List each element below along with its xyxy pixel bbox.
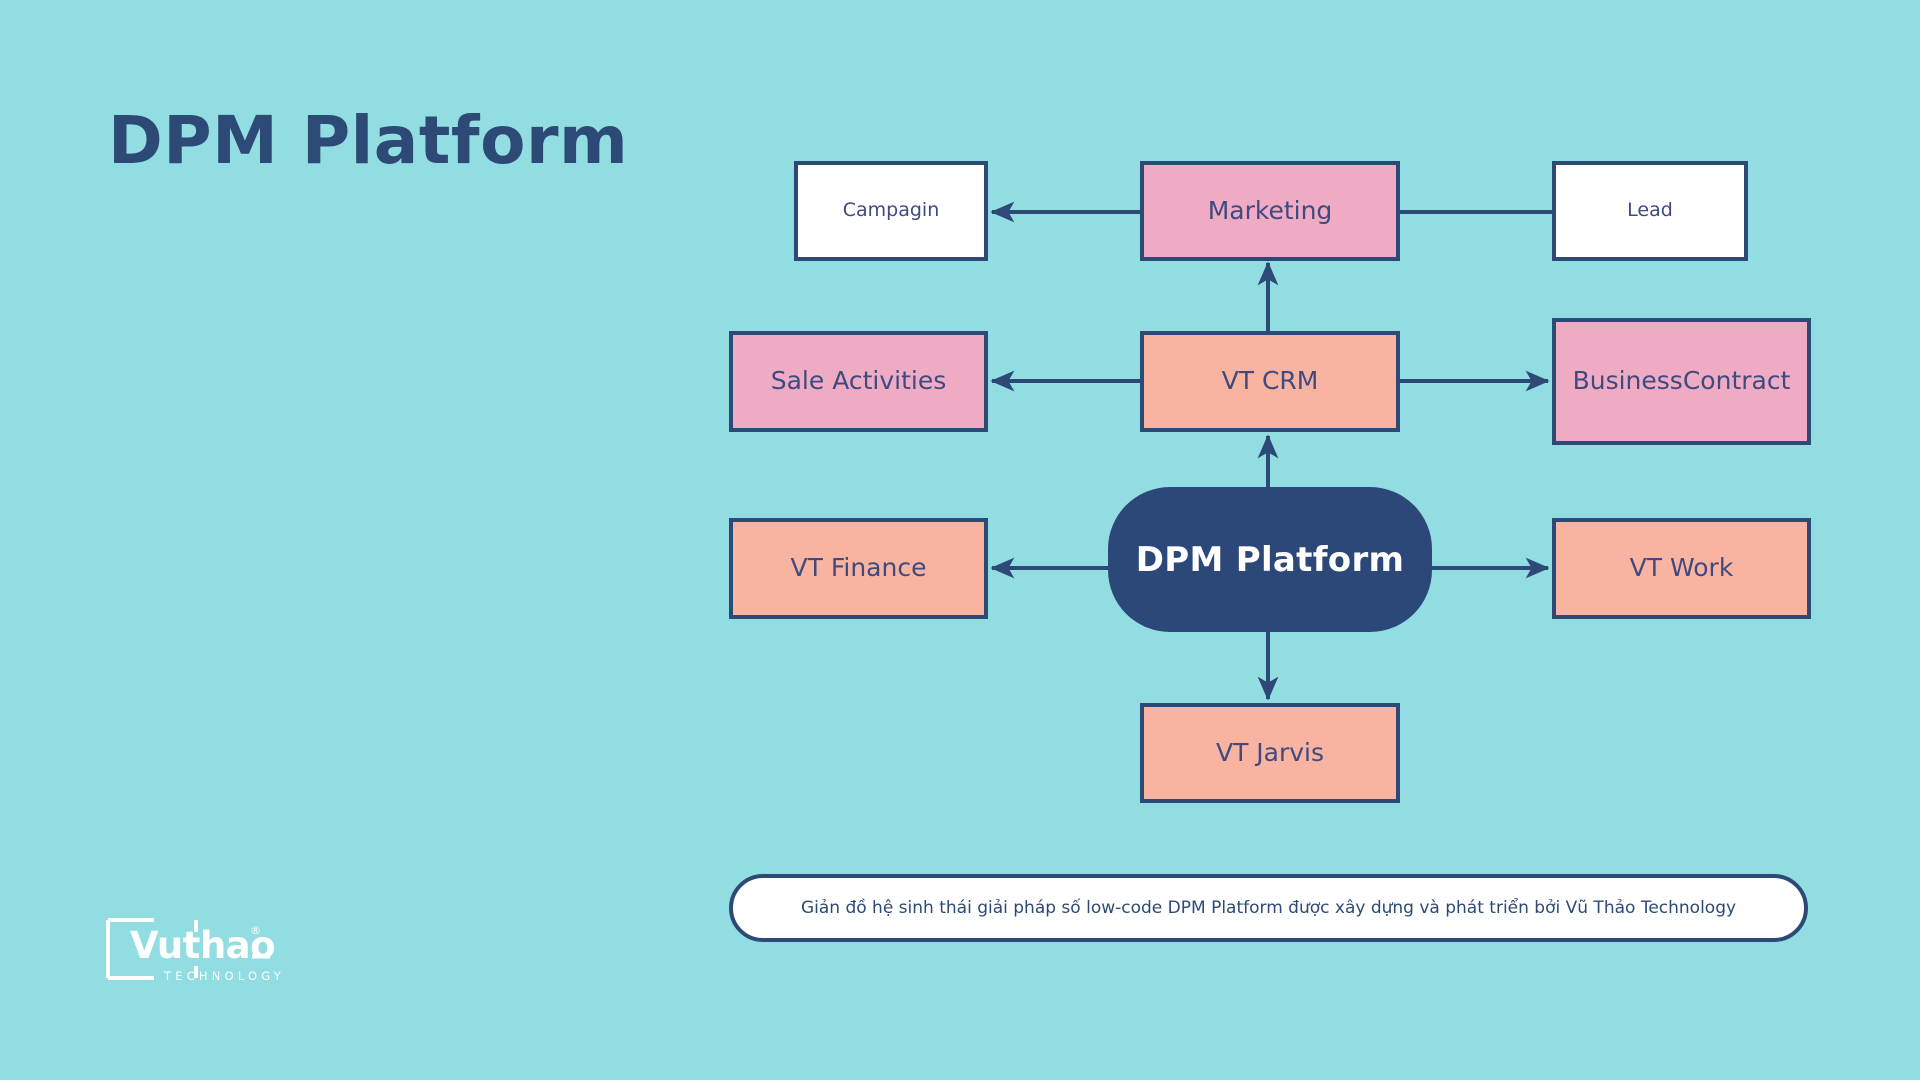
node-business-contract[interactable]: Business Contract (1552, 318, 1811, 445)
node-lead[interactable]: Lead (1552, 161, 1748, 261)
vuthao-logo-mark: Vuthao ® TECHNOLOGY (106, 918, 285, 983)
node-vt-work-label: VT Work (1629, 553, 1734, 583)
node-vt-jarvis-label: VT Jarvis (1215, 737, 1325, 767)
node-sale-activities-label: Sale Activities (770, 366, 947, 396)
node-vt-work[interactable]: VT Work (1552, 518, 1811, 619)
node-vt-crm[interactable]: VT CRM (1140, 331, 1400, 432)
node-campagin[interactable]: Campagin (794, 161, 988, 261)
node-vt-jarvis[interactable]: VT Jarvis (1140, 703, 1400, 803)
node-marketing-label: Marketing (1207, 195, 1333, 225)
logo-underscore-icon (252, 954, 270, 959)
node-vt-crm-label: VT CRM (1221, 366, 1319, 396)
node-business-contract-label: Business (1572, 366, 1683, 396)
caption-text: Giản đồ hệ sinh thái giải pháp số low-co… (800, 898, 1737, 918)
node-dpm-platform-hub[interactable]: DPM Platform (1108, 487, 1432, 632)
node-sale-activities[interactable]: Sale Activities (729, 331, 988, 432)
vuthao-logo: Vuthao ® TECHNOLOGY (104, 912, 294, 996)
node-vt-finance[interactable]: VT Finance (729, 518, 988, 619)
node-vt-finance-label: VT Finance (790, 553, 927, 583)
logo-registered-icon: ® (250, 924, 261, 937)
node-marketing[interactable]: Marketing (1140, 161, 1400, 261)
logo-subtitle: TECHNOLOGY (163, 969, 285, 983)
node-business-contract-label: Contract (1682, 366, 1791, 396)
caption-box: Giản đồ hệ sinh thái giải pháp số low-co… (729, 874, 1808, 942)
node-lead-label: Lead (1627, 199, 1673, 222)
node-campagin-label: Campagin (842, 199, 940, 222)
